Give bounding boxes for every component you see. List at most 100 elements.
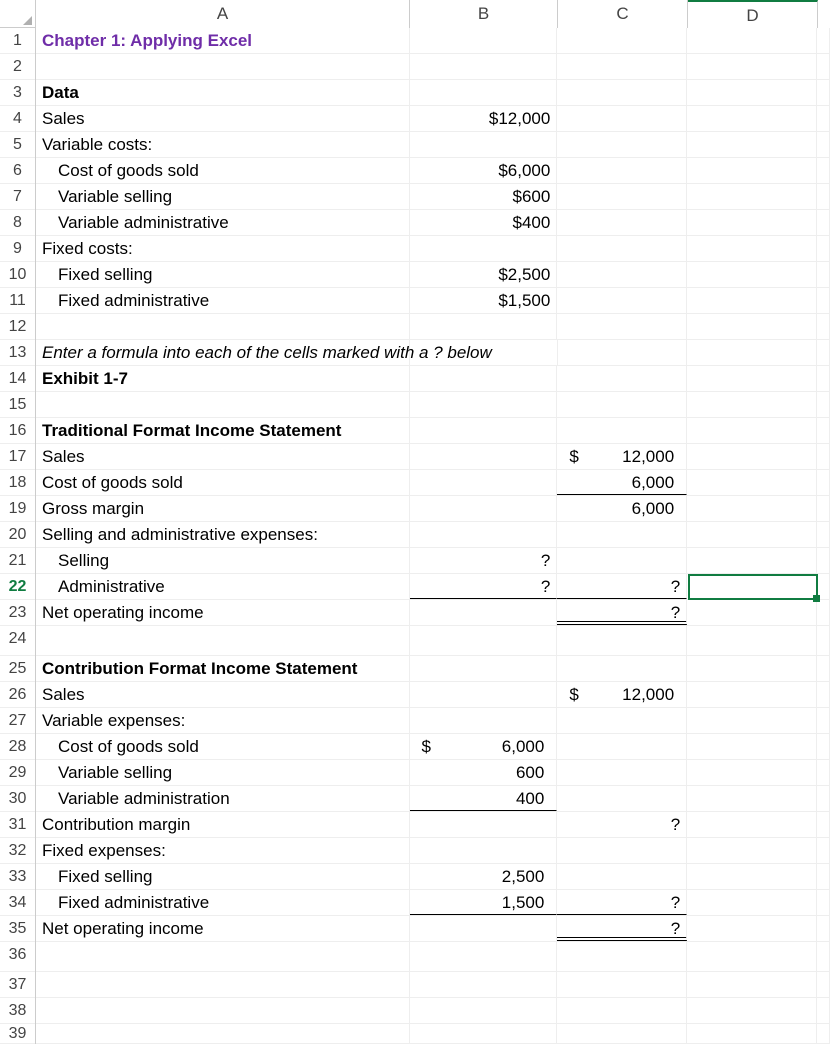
cell-B16[interactable]	[410, 418, 558, 443]
row-header[interactable]: 18	[0, 470, 35, 496]
row-header[interactable]: 16	[0, 418, 35, 444]
cell-A20[interactable]: Selling and administrative expenses:	[36, 522, 410, 547]
cell-A13[interactable]: Enter a formula into each of the cells m…	[36, 340, 410, 365]
cell-B23[interactable]	[410, 600, 558, 625]
cell-C18[interactable]: 6,000	[557, 470, 687, 495]
cell-C8[interactable]	[557, 210, 687, 235]
row-header[interactable]: 2	[0, 54, 35, 80]
row-header[interactable]: 37	[0, 972, 35, 998]
cell-A33[interactable]: Fixed selling	[36, 864, 410, 889]
cell-D34[interactable]	[687, 890, 817, 915]
cell-B26[interactable]	[410, 682, 558, 707]
cell-C16[interactable]	[557, 418, 687, 443]
cell-C30[interactable]	[557, 786, 687, 811]
cell-E14[interactable]	[817, 366, 830, 391]
cell-E3[interactable]	[817, 80, 830, 105]
cell-B5[interactable]	[410, 132, 558, 157]
cell-E38[interactable]	[817, 998, 830, 1023]
row-header[interactable]: 17	[0, 444, 35, 470]
cell-B7[interactable]: $600	[410, 184, 558, 209]
cell-B29[interactable]: 600	[410, 760, 558, 785]
cell-D26[interactable]	[687, 682, 817, 707]
cell-A36[interactable]	[36, 942, 410, 971]
cell-D27[interactable]	[687, 708, 817, 733]
row-header[interactable]: 23	[0, 600, 35, 626]
cell-C39[interactable]	[557, 1024, 687, 1043]
cell-C28[interactable]	[557, 734, 687, 759]
cell-C10[interactable]	[557, 262, 687, 287]
row-header[interactable]: 39	[0, 1024, 35, 1044]
cell-E39[interactable]	[817, 1024, 830, 1043]
cell-C1[interactable]	[557, 28, 687, 53]
spreadsheet[interactable]: A B C D 1 2 3 4 5 6 7 8 9 10 11 12 13 14…	[0, 0, 830, 1050]
cell-B22[interactable]: ?	[410, 574, 558, 599]
row-header[interactable]: 28	[0, 734, 35, 760]
cell-D14[interactable]	[687, 366, 817, 391]
cell-E4[interactable]	[817, 106, 830, 131]
cell-B31[interactable]	[410, 812, 558, 837]
cell-A5[interactable]: Variable costs:	[36, 132, 410, 157]
cell-E31[interactable]	[817, 812, 830, 837]
cell-E27[interactable]	[817, 708, 830, 733]
row-header[interactable]: 25	[0, 656, 35, 682]
cell-C4[interactable]	[557, 106, 687, 131]
cell-E23[interactable]	[817, 600, 830, 625]
cell-A30[interactable]: Variable administration	[36, 786, 410, 811]
cell-E15[interactable]	[817, 392, 830, 417]
cell-E28[interactable]	[817, 734, 830, 759]
cell-A23[interactable]: Net operating income	[36, 600, 410, 625]
column-header-D[interactable]: D	[688, 0, 818, 28]
cell-E10[interactable]	[817, 262, 830, 287]
cell-A10[interactable]: Fixed selling	[36, 262, 410, 287]
cell-A27[interactable]: Variable expenses:	[36, 708, 410, 733]
cell-A9[interactable]: Fixed costs:	[36, 236, 410, 261]
cell-D39[interactable]	[687, 1024, 817, 1043]
cell-B32[interactable]	[410, 838, 558, 863]
cell-B11[interactable]: $1,500	[410, 288, 558, 313]
row-header[interactable]: 15	[0, 392, 35, 418]
cell-D36[interactable]	[687, 942, 817, 971]
row-header[interactable]: 9	[0, 236, 35, 262]
row-header[interactable]: 10	[0, 262, 35, 288]
cell-A38[interactable]	[36, 998, 410, 1023]
cell-E36[interactable]	[817, 942, 830, 971]
cell-A39[interactable]	[36, 1024, 410, 1043]
cell-C33[interactable]	[557, 864, 687, 889]
cell-C35[interactable]: ?	[557, 916, 687, 941]
cell-C21[interactable]	[557, 548, 687, 573]
cell-D35[interactable]	[687, 916, 817, 941]
cell-D25[interactable]	[687, 656, 817, 681]
row-header[interactable]: 36	[0, 942, 35, 972]
cell-D22[interactable]	[687, 574, 817, 599]
cell-A18[interactable]: Cost of goods sold	[36, 470, 410, 495]
cell-E1[interactable]	[817, 28, 830, 53]
cell-B38[interactable]	[410, 998, 558, 1023]
row-header[interactable]: 24	[0, 626, 35, 656]
cell-B1[interactable]	[410, 28, 558, 53]
cell-E17[interactable]	[817, 444, 830, 469]
cell-A14[interactable]: Exhibit 1-7	[36, 366, 410, 391]
cell-A32[interactable]: Fixed expenses:	[36, 838, 410, 863]
cell-A11[interactable]: Fixed administrative	[36, 288, 410, 313]
cell-C7[interactable]	[557, 184, 687, 209]
cell-B4[interactable]: $12,000	[410, 106, 558, 131]
cell-C13[interactable]	[558, 340, 688, 365]
row-header[interactable]: 3	[0, 80, 35, 106]
row-header[interactable]: 38	[0, 998, 35, 1024]
cell-A29[interactable]: Variable selling	[36, 760, 410, 785]
cell-D12[interactable]	[687, 314, 817, 339]
select-all-triangle[interactable]	[0, 0, 36, 27]
cell-D30[interactable]	[687, 786, 817, 811]
cell-C14[interactable]	[557, 366, 687, 391]
row-header[interactable]: 33	[0, 864, 35, 890]
cell-C22[interactable]: ?	[557, 574, 687, 599]
cell-B39[interactable]	[410, 1024, 558, 1043]
cell-B15[interactable]	[410, 392, 558, 417]
cell-C38[interactable]	[557, 998, 687, 1023]
cell-B37[interactable]	[410, 972, 558, 997]
cell-A3[interactable]: Data	[36, 80, 410, 105]
cell-D38[interactable]	[687, 998, 817, 1023]
cell-C9[interactable]	[557, 236, 687, 261]
cell-D33[interactable]	[687, 864, 817, 889]
row-header[interactable]: 8	[0, 210, 35, 236]
